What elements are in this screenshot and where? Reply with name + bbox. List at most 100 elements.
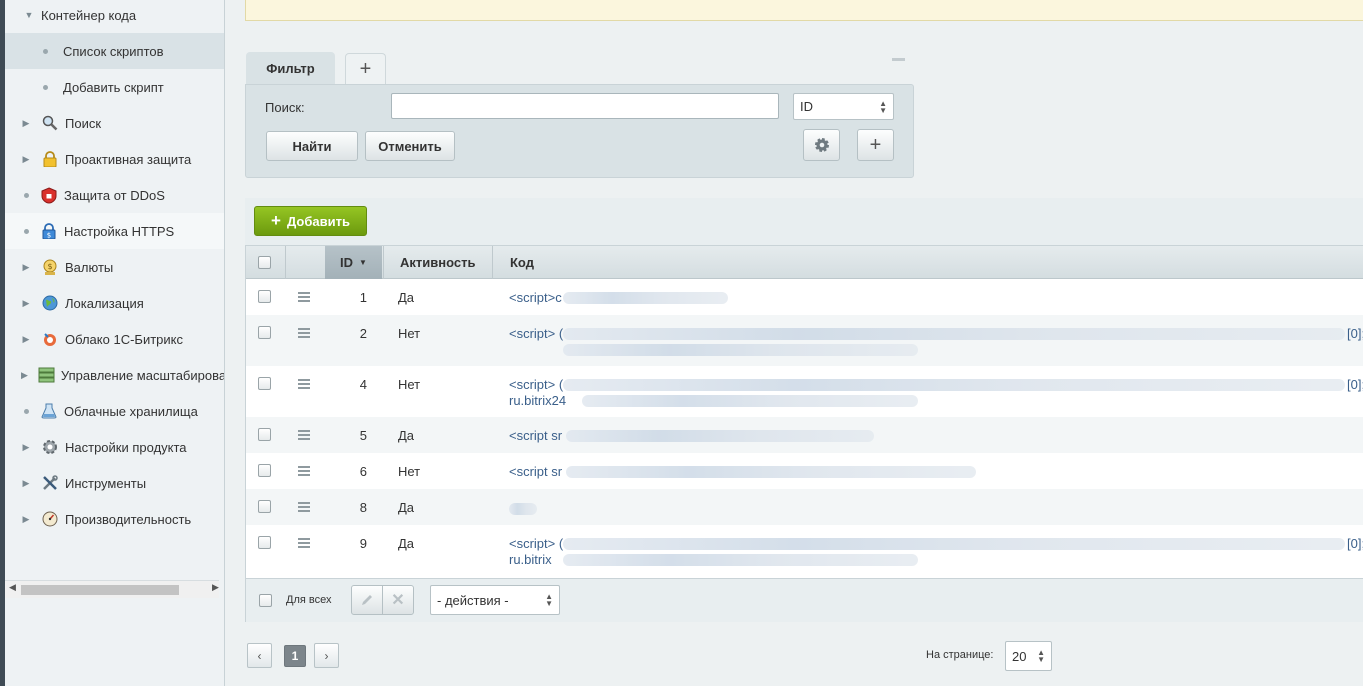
cell-code[interactable]: <script>c bbox=[509, 290, 562, 305]
chevron-right-icon: › bbox=[324, 648, 329, 663]
cell-code-end: [0]; bbox=[1347, 377, 1363, 392]
row-menu-icon[interactable] bbox=[298, 538, 310, 548]
cell-code[interactable]: <script> ( bbox=[509, 536, 563, 551]
sidebar-item-bitrix-cloud[interactable]: ▶ Облако 1С-Битрикс bbox=[5, 321, 224, 357]
redacted-code bbox=[566, 466, 976, 478]
delete-button[interactable]: ✕ bbox=[382, 585, 414, 615]
cell-code[interactable]: <script sr bbox=[509, 464, 562, 479]
flask-icon bbox=[40, 402, 58, 420]
row-menu-icon[interactable] bbox=[298, 502, 310, 512]
prev-page-button[interactable]: ‹ bbox=[247, 643, 272, 668]
row-menu-icon[interactable] bbox=[298, 466, 310, 476]
sidebar-horizontal-scrollbar[interactable]: ◀ ▶ bbox=[5, 580, 219, 598]
actions-select[interactable]: - действия - ▲ ▼ bbox=[430, 585, 560, 615]
column-header-code[interactable]: Код bbox=[510, 246, 534, 279]
chevron-right-icon[interactable]: ▶ bbox=[21, 334, 31, 345]
row-menu-icon[interactable] bbox=[298, 379, 310, 389]
add-button-label: Добавить bbox=[286, 213, 350, 229]
row-checkbox[interactable] bbox=[258, 464, 271, 477]
for-all-checkbox[interactable] bbox=[259, 594, 272, 607]
bullet-icon bbox=[24, 192, 29, 198]
notice-bar bbox=[245, 0, 1363, 21]
sidebar-item-label: Управление масштабирова bbox=[60, 367, 225, 383]
redacted-code bbox=[563, 538, 1345, 550]
sidebar-item-currencies[interactable]: ▶ $ Валюты bbox=[5, 249, 224, 285]
cell-code-end: [0]; bbox=[1347, 536, 1363, 551]
sidebar-item-proactive[interactable]: ▶ Проактивная защита bbox=[5, 141, 224, 177]
per-page-select[interactable]: 20 ▲ ▼ bbox=[1005, 641, 1052, 671]
redacted-code bbox=[563, 554, 918, 566]
collapse-filter-icon[interactable] bbox=[892, 58, 905, 61]
page-button-current[interactable]: 1 bbox=[284, 645, 306, 667]
cell-code[interactable]: <script> ( bbox=[509, 326, 563, 341]
sidebar-item-cloud-storage[interactable]: Облачные хранилища bbox=[5, 393, 224, 429]
gear-icon bbox=[814, 138, 829, 152]
select-arrows-icon: ▲ ▼ bbox=[879, 98, 887, 115]
sidebar-item-add-script[interactable]: Добавить скрипт bbox=[5, 69, 224, 105]
sidebar-item-code-container[interactable]: ▼ Контейнер кода bbox=[5, 0, 224, 33]
filter-settings-button[interactable] bbox=[803, 129, 840, 161]
sidebar-item-https[interactable]: $ Настройка HTTPS bbox=[5, 213, 224, 249]
cell-active: Нет bbox=[398, 377, 421, 392]
table-row[interactable] bbox=[246, 525, 1363, 578]
sidebar-item-label: Облачные хранилища bbox=[64, 403, 198, 419]
row-menu-icon[interactable] bbox=[298, 430, 310, 440]
chevron-right-icon[interactable]: ▶ bbox=[21, 370, 28, 381]
add-filter-field-button[interactable]: + bbox=[857, 129, 894, 161]
sidebar-item-label: Контейнер кода bbox=[41, 7, 137, 23]
chevron-right-icon[interactable]: ▶ bbox=[21, 514, 31, 525]
chevron-left-icon: ‹ bbox=[257, 648, 262, 663]
pencil-icon bbox=[362, 595, 372, 605]
column-header-active[interactable]: Активность bbox=[400, 246, 475, 279]
cloud-icon bbox=[41, 330, 59, 348]
chevron-right-icon[interactable]: ▶ bbox=[21, 442, 31, 453]
sidebar-item-search[interactable]: ▶ Поиск bbox=[5, 105, 224, 141]
chevron-right-icon[interactable]: ▶ bbox=[21, 118, 31, 129]
gear-icon bbox=[41, 438, 59, 456]
sidebar-item-tools[interactable]: ▶ Инструменты bbox=[5, 465, 224, 501]
cell-code[interactable]: <script sr bbox=[509, 428, 562, 443]
sidebar-item-label: Поиск bbox=[65, 115, 102, 131]
row-checkbox[interactable] bbox=[258, 377, 271, 390]
chevron-right-icon[interactable]: ▶ bbox=[21, 478, 31, 489]
sidebar-item-label: Настройки продукта bbox=[65, 439, 187, 455]
filter-field-select[interactable]: ID ▲ ▼ bbox=[793, 93, 894, 120]
next-page-button[interactable]: › bbox=[314, 643, 339, 668]
row-checkbox[interactable] bbox=[258, 326, 271, 339]
scroll-right-icon[interactable]: ▶ bbox=[212, 582, 219, 593]
row-checkbox[interactable] bbox=[258, 500, 271, 513]
row-checkbox[interactable] bbox=[258, 428, 271, 441]
coin-icon: $ bbox=[41, 258, 59, 276]
chevron-right-icon[interactable]: ▶ bbox=[21, 298, 31, 309]
scrollbar-thumb[interactable] bbox=[21, 585, 179, 595]
redacted-code bbox=[563, 344, 918, 356]
find-button[interactable]: Найти bbox=[266, 131, 358, 161]
redacted-code bbox=[582, 395, 918, 407]
sidebar-item-performance[interactable]: ▶ Производительность bbox=[5, 501, 224, 537]
tab-filter[interactable]: Фильтр bbox=[246, 52, 335, 85]
row-menu-icon[interactable] bbox=[298, 292, 310, 302]
row-menu-icon[interactable] bbox=[298, 328, 310, 338]
search-label: Поиск: bbox=[265, 100, 305, 115]
row-checkbox[interactable] bbox=[258, 536, 271, 549]
select-all-checkbox[interactable] bbox=[258, 256, 271, 269]
cell-code[interactable]: <script> ( bbox=[509, 377, 563, 392]
cancel-button[interactable]: Отменить bbox=[365, 131, 455, 161]
svg-text:$: $ bbox=[47, 262, 52, 271]
scroll-left-icon[interactable]: ◀ bbox=[9, 582, 16, 593]
column-header-id[interactable]: ID ▼ bbox=[325, 246, 382, 279]
sidebar-item-ddos[interactable]: Защита от DDoS bbox=[5, 177, 224, 213]
chevron-right-icon[interactable]: ▶ bbox=[21, 154, 31, 165]
add-button[interactable]: + Добавить bbox=[254, 206, 367, 236]
sidebar-item-localization[interactable]: ▶ Локализация bbox=[5, 285, 224, 321]
sidebar-item-script-list[interactable]: Список скриптов bbox=[5, 33, 224, 69]
search-input[interactable] bbox=[391, 93, 779, 119]
sidebar-item-scaling[interactable]: ▶ Управление масштабирова bbox=[5, 357, 224, 393]
row-checkbox[interactable] bbox=[258, 290, 271, 303]
chevron-right-icon[interactable]: ▶ bbox=[21, 262, 31, 273]
sidebar-item-product-settings[interactable]: ▶ Настройки продукта bbox=[5, 429, 224, 465]
edit-button[interactable] bbox=[351, 585, 383, 615]
chevron-down-icon[interactable]: ▼ bbox=[19, 10, 39, 20]
add-filter-tab-button[interactable]: + bbox=[345, 53, 386, 84]
sidebar-item-label: Добавить скрипт bbox=[63, 79, 164, 95]
